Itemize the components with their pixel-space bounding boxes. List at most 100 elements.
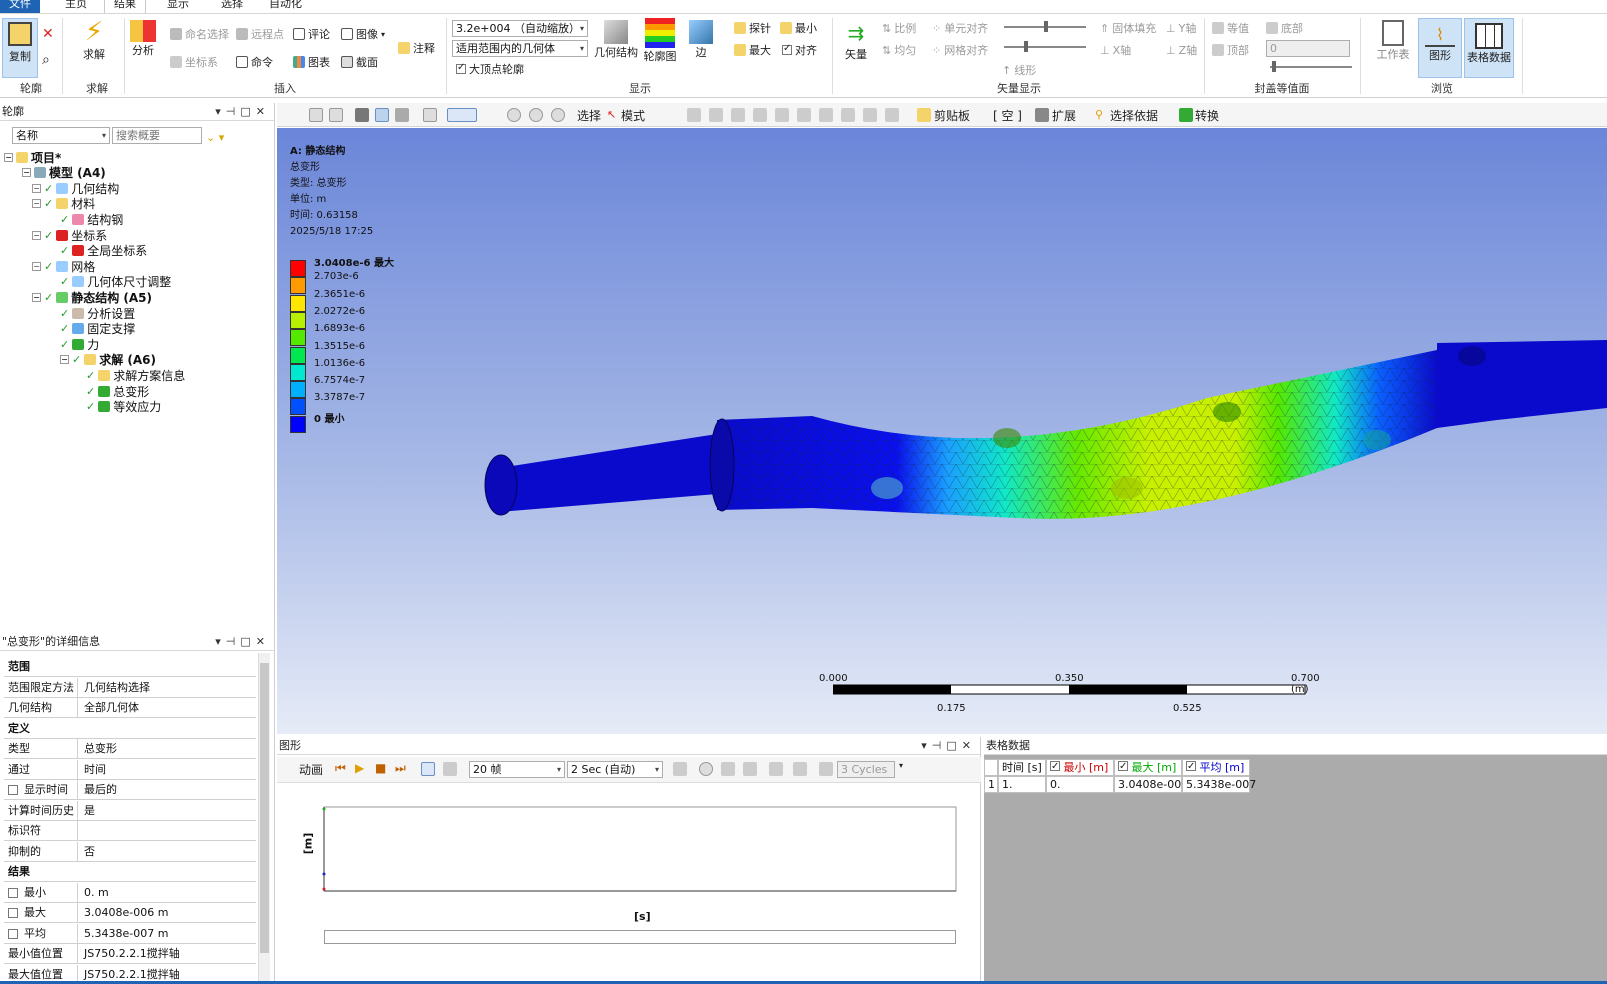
graph-plot[interactable]: [277, 787, 981, 937]
capping-slider[interactable]: [1270, 61, 1352, 72]
solve-button[interactable]: ⚡ 求解: [72, 18, 116, 62]
x-axis-button[interactable]: ⊥ X轴: [1100, 42, 1131, 58]
table-header-min[interactable]: 最小 [m]: [1046, 759, 1114, 776]
filter-chevron-icon[interactable]: ⌄ ▾: [206, 129, 224, 145]
scale-combo[interactable]: 3.2e+004 （自动缩放） ▾: [452, 20, 588, 37]
pane-controls[interactable]: ▾⊣□✕: [215, 103, 270, 121]
ratio-button[interactable]: ⇅ 比例: [882, 20, 916, 36]
details-value[interactable]: 最后的: [80, 780, 256, 800]
edge-select-icon[interactable]: [709, 108, 723, 122]
chart-button[interactable]: 图表: [293, 54, 330, 70]
details-value[interactable]: 时间: [80, 760, 256, 780]
box-icon[interactable]: [355, 108, 369, 122]
collapse-icon[interactable]: −: [32, 199, 41, 209]
tree-item[interactable]: − 模型 (A4): [22, 165, 106, 181]
geometry-display-button[interactable]: 几何结构: [594, 20, 638, 60]
details-section-header[interactable]: 范围: [4, 657, 256, 677]
extend-button[interactable]: 扩展: [1052, 107, 1076, 124]
fit-icon[interactable]: [423, 108, 437, 122]
previous-frame-icon[interactable]: ⏮: [335, 761, 346, 776]
tree-item[interactable]: ✓ 求解方案信息: [86, 367, 185, 383]
details-section-header[interactable]: 结果: [4, 862, 256, 882]
y-axis-button[interactable]: ⊥ Y轴: [1166, 20, 1196, 36]
coordinate-system-button[interactable]: 坐标系: [170, 54, 218, 70]
cycles-icon[interactable]: [819, 762, 833, 776]
search-icon[interactable]: ⌕: [42, 52, 50, 68]
details-row[interactable]: 最大 3.0408e-006 m: [4, 903, 256, 923]
tree-item[interactable]: ✓ 分析设置: [60, 305, 135, 321]
zoom-icon[interactable]: [507, 108, 521, 122]
details-value[interactable]: 0. m: [80, 883, 256, 903]
tree-item[interactable]: ✓ 固定支撑: [60, 321, 135, 337]
cursor-icon[interactable]: ↖: [607, 108, 621, 122]
tree-item[interactable]: − ✓ 求解 (A6): [60, 352, 156, 368]
details-scrollbar[interactable]: [258, 653, 270, 983]
tree-item[interactable]: ✓ 全局坐标系: [60, 243, 147, 259]
section-button[interactable]: 截面: [341, 54, 378, 70]
details-value[interactable]: [80, 821, 256, 841]
menu-tab-display[interactable]: 显示: [158, 0, 198, 13]
hide-icon[interactable]: [885, 108, 899, 122]
iso-button[interactable]: 等值: [1212, 20, 1249, 36]
collapse-icon[interactable]: −: [60, 355, 69, 365]
collapse-icon[interactable]: −: [32, 292, 41, 302]
details-row[interactable]: 计算时间历史是: [4, 800, 256, 821]
outline-search-input[interactable]: [112, 127, 202, 144]
clipboard-button[interactable]: 剪贴板: [934, 107, 970, 124]
details-row[interactable]: 类型 总变形: [4, 739, 256, 759]
vector-density-slider[interactable]: [1004, 41, 1086, 52]
tree-item[interactable]: − ✓ 材料: [32, 196, 95, 212]
details-value[interactable]: 全部几何体: [80, 698, 256, 718]
rotate-icon[interactable]: [447, 108, 477, 122]
tree-item[interactable]: − ✓ 几何结构: [32, 180, 119, 196]
collapse-icon[interactable]: −: [32, 183, 41, 193]
details-value[interactable]: JS750.2.2.1搅拌轴: [80, 944, 256, 964]
stop-icon[interactable]: ■: [375, 761, 386, 775]
shaded-box-icon[interactable]: [375, 108, 389, 122]
tree-item[interactable]: − ✓ 坐标系: [32, 227, 107, 243]
image-button[interactable]: 图像 ▾: [341, 26, 385, 42]
convert-button[interactable]: 转换: [1195, 107, 1219, 124]
vertex-select-icon[interactable]: [687, 108, 701, 122]
tree-item[interactable]: ✓ 总变形: [86, 383, 149, 399]
line-form-button[interactable]: ↑ 线形: [1002, 62, 1036, 78]
frames-combo[interactable]: 20 帧 ▾: [469, 761, 565, 778]
mesh-select-icon[interactable]: [841, 108, 855, 122]
parameter-checkbox[interactable]: [8, 908, 18, 918]
menu-tab-selection[interactable]: 选择: [212, 0, 252, 13]
tree-item[interactable]: − ✓ 静态结构 (A5): [32, 289, 152, 305]
mesh-align-button[interactable]: ⁘ 网格对齐: [932, 42, 988, 58]
face-select-icon[interactable]: [731, 108, 745, 122]
details-row[interactable]: 最小值位置 JS750.2.2.1搅拌轴: [4, 944, 256, 964]
tree-item[interactable]: ✓ 力: [60, 336, 99, 352]
duration-combo[interactable]: 2 Sec (自动) ▾: [567, 761, 663, 778]
bottom-button[interactable]: 底部: [1266, 20, 1303, 36]
timeline-bar[interactable]: [324, 930, 956, 944]
min-button[interactable]: 最小: [780, 20, 817, 36]
wire-icon[interactable]: [395, 108, 409, 122]
remote-point-button[interactable]: 远程点: [236, 26, 284, 42]
details-value[interactable]: 是: [80, 801, 256, 821]
copy-button[interactable]: 复制: [2, 18, 38, 78]
element-align-button[interactable]: ⁘ 单元对齐: [932, 20, 988, 36]
node-select-icon[interactable]: [775, 108, 789, 122]
body-select-icon[interactable]: [753, 108, 767, 122]
export-video-icon[interactable]: [673, 762, 687, 776]
shaft-model[interactable]: [277, 128, 1607, 734]
table-header-max[interactable]: 最大 [m]: [1114, 759, 1182, 776]
top-value-field[interactable]: 0: [1266, 40, 1350, 57]
details-row[interactable]: 通过 时间: [4, 759, 256, 780]
vector-button[interactable]: ⇉ 矢量: [838, 20, 874, 62]
details-value[interactable]: 3.0408e-006 m: [80, 903, 256, 923]
details-value[interactable]: 总变形: [80, 739, 256, 759]
graph-button[interactable]: ⌇ 图形: [1418, 18, 1462, 78]
zoom-graph-icon[interactable]: [699, 762, 713, 776]
scale-icon[interactable]: [793, 762, 807, 776]
table-cell-max[interactable]: 3.0408e-006: [1114, 776, 1188, 793]
tree-item[interactable]: ✓ 结构钢: [60, 211, 123, 227]
tree-item[interactable]: ✓ 几何体尺寸调整: [60, 274, 171, 290]
tree-item[interactable]: − 项目*: [4, 149, 61, 165]
element-face-icon[interactable]: [819, 108, 833, 122]
parameter-checkbox[interactable]: [8, 785, 18, 795]
tree-item[interactable]: − ✓ 网格: [32, 258, 95, 274]
